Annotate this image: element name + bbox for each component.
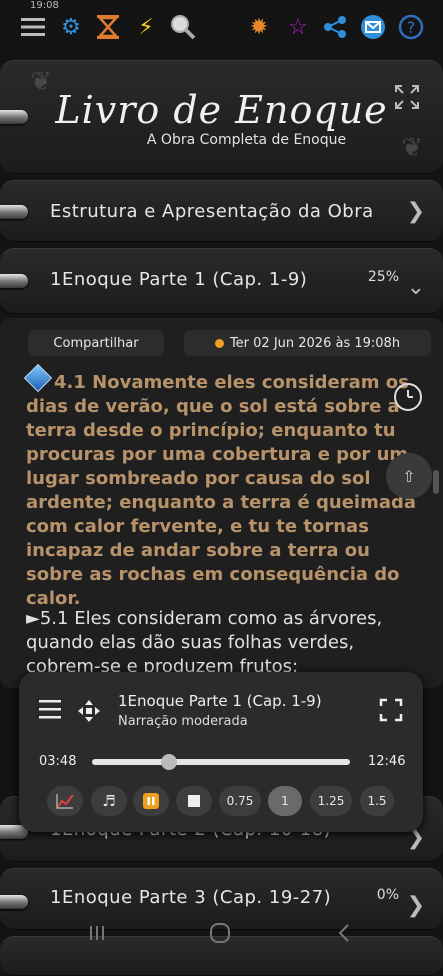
arrow-up-icon: ⇧: [402, 466, 416, 486]
section-part1[interactable]: 1Enoque Parte 1 (Cap. 1-9) 25% ⌄: [0, 248, 443, 314]
binder-ring: [0, 895, 28, 909]
speed-button-1[interactable]: 1: [268, 786, 302, 816]
chevron-right-icon: ❯: [406, 199, 425, 224]
page-title: Livro de Enoque: [55, 88, 388, 132]
speed-label: 1: [281, 794, 289, 808]
music-button[interactable]: ♬: [91, 786, 127, 816]
total-time: 12:46: [368, 754, 406, 769]
player-subtitle: Narração moderada: [118, 714, 248, 729]
speed-label: 1.5: [367, 794, 387, 808]
search-icon[interactable]: [168, 12, 198, 42]
section-label: 1Enoque Parte 3 (Cap. 19-27): [50, 887, 332, 908]
music-icon: ♬: [102, 792, 116, 810]
clock-icon[interactable]: [394, 383, 422, 411]
section-label: 1Enoque Parte 1 (Cap. 1-9): [50, 269, 308, 290]
seek-thumb[interactable]: [161, 754, 178, 770]
star-icon[interactable]: ☆: [283, 12, 313, 42]
verse-highlight-text: 4.1 Novamente eles consideram os dias de…: [26, 372, 417, 609]
share-label: Compartilhar: [53, 335, 139, 351]
speed-button-15[interactable]: 1.5: [360, 786, 394, 816]
top-toolbar: ⚙ ⚡ ✹ ☆ ?: [0, 8, 443, 50]
hourglass-icon[interactable]: [93, 12, 123, 42]
verse-highlight[interactable]: 4.1 Novamente eles consideram os dias de…: [23, 363, 417, 611]
scroll-top-button[interactable]: ⇧: [386, 453, 432, 499]
verse-next[interactable]: ►5.1 Eles consideram como as árvores, qu…: [26, 607, 416, 679]
back-icon[interactable]: [338, 924, 350, 946]
stop-icon: [188, 795, 200, 807]
current-time: 03:48: [39, 754, 77, 769]
page-subtitle: A Obra Completa de Enoque: [146, 132, 347, 148]
chart-icon: [56, 794, 74, 809]
seek-bar[interactable]: [92, 754, 350, 770]
section-intro[interactable]: Estrutura e Apresentação da Obra ❯: [0, 180, 443, 242]
stop-button[interactable]: [176, 786, 212, 816]
home-icon[interactable]: [210, 923, 230, 947]
lightning-icon[interactable]: ⚡: [131, 12, 161, 42]
binder-ring: [0, 274, 28, 288]
gear-icon[interactable]: ⚙: [56, 12, 86, 42]
svg-text:?: ?: [407, 18, 416, 37]
share-icon[interactable]: [320, 12, 350, 42]
gem-icon: [23, 363, 53, 393]
fullscreen-icon[interactable]: [379, 698, 403, 726]
playlist-icon[interactable]: [39, 699, 61, 723]
section-progress: 25%: [367, 269, 399, 285]
share-button[interactable]: Compartilhar: [28, 330, 164, 356]
section-label: Estrutura e Apresentação da Obra: [50, 201, 374, 222]
menu-icon[interactable]: [18, 12, 48, 42]
chevron-right-icon: ❯: [406, 893, 425, 918]
chevron-down-icon: ⌄: [406, 275, 425, 300]
sun-icon[interactable]: ✹: [244, 12, 274, 42]
chart-button[interactable]: [47, 786, 83, 816]
section-progress: 0%: [376, 887, 399, 903]
speed-button-075[interactable]: 0.75: [219, 786, 261, 816]
date-badge: Ter 02 Jun 2026 às 19:08h: [184, 330, 431, 356]
move-icon[interactable]: [77, 699, 101, 727]
system-nav-bar: [0, 918, 443, 960]
expand-icon[interactable]: [394, 84, 420, 114]
help-icon[interactable]: ?: [396, 12, 426, 42]
status-dot: [214, 338, 224, 348]
player-title: 1Enoque Parte 1 (Cap. 1-9): [118, 692, 322, 710]
speed-button-125[interactable]: 1.25: [310, 786, 352, 816]
speed-label: 1.25: [317, 794, 345, 808]
date-label: Ter 02 Jun 2026 às 19:08h: [229, 335, 401, 351]
pause-icon: [143, 793, 159, 809]
recent-apps-icon[interactable]: [88, 925, 106, 945]
scrollbar[interactable]: [433, 470, 439, 494]
binder-ring: [0, 205, 28, 219]
mail-icon[interactable]: [358, 12, 388, 42]
speed-label: 0.75: [226, 794, 254, 808]
pause-button[interactable]: [133, 786, 169, 816]
